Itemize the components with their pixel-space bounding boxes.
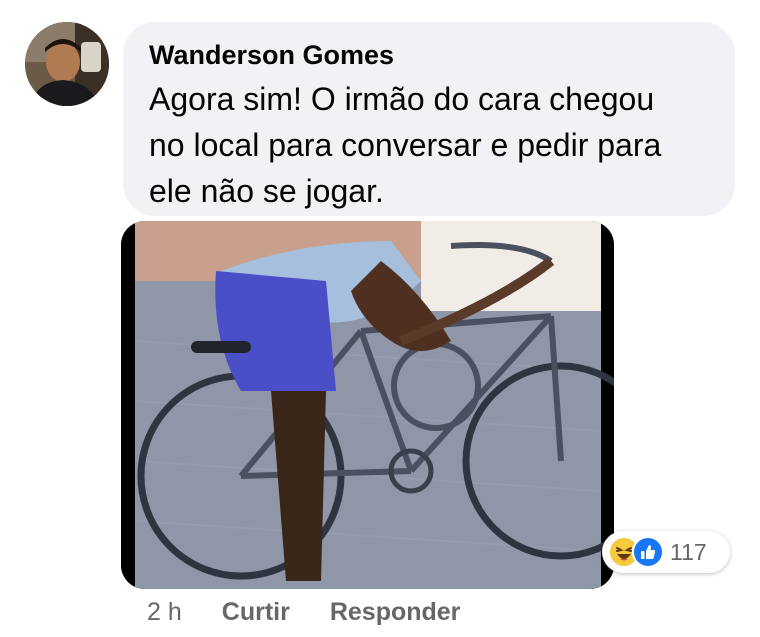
comment-text-line: ele não se jogar. [149, 173, 384, 209]
avatar-photo [25, 22, 109, 106]
comment-image[interactable] [121, 221, 614, 589]
like-icon [632, 536, 664, 568]
comment-timestamp[interactable]: 2 h [147, 598, 182, 627]
comment-author[interactable]: Wanderson Gomes [149, 38, 709, 72]
like-button[interactable]: Curtir [222, 598, 290, 627]
comment-actions: 2 h Curtir Responder [147, 594, 460, 630]
comment-bubble: Wanderson Gomes Agora sim! O irmão do ca… [123, 22, 735, 216]
reaction-count: 117 [670, 538, 707, 565]
comment-text-line: no local para conversar e pedir para [149, 127, 662, 163]
avatar[interactable] [25, 22, 109, 106]
comment-text: Agora sim! O irmão do cara chegou no loc… [149, 76, 709, 214]
bicycle-photo [121, 221, 614, 589]
comment-text-line: Agora sim! O irmão do cara chegou [149, 81, 655, 117]
reactions-summary[interactable]: 117 [602, 531, 730, 573]
reply-button[interactable]: Responder [330, 598, 461, 627]
